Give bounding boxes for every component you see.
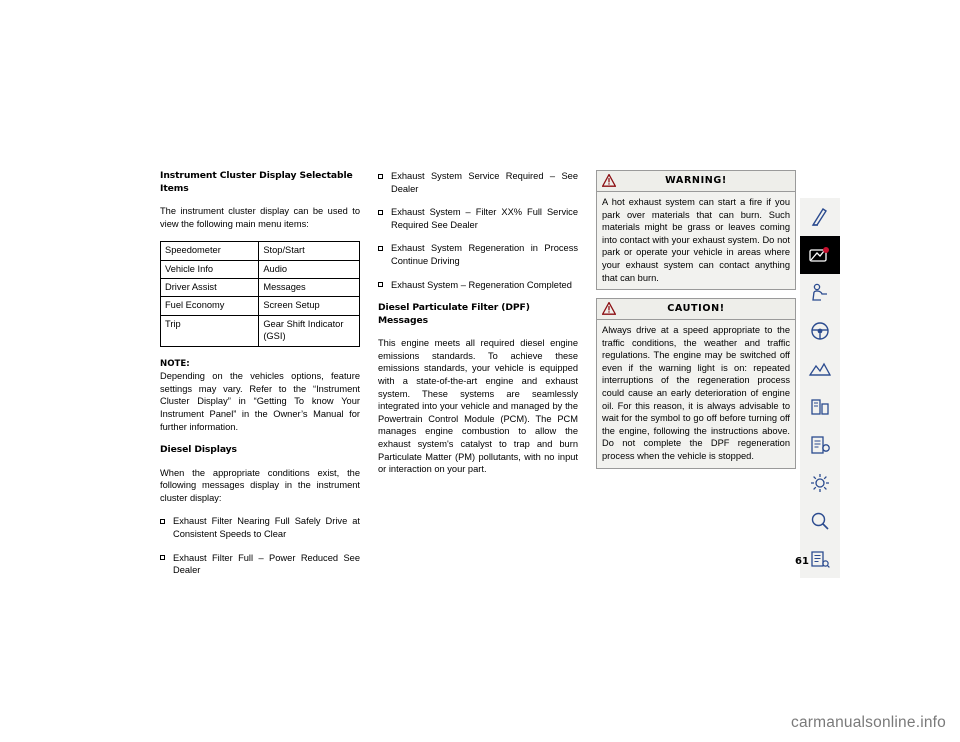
- square-bullet-icon: [378, 245, 383, 251]
- site-watermark: carmanualsonline.info: [791, 714, 946, 731]
- manual-page: Instrument Cluster Display Selectable It…: [0, 0, 960, 742]
- square-bullet-icon: [378, 173, 383, 179]
- list-item: Exhaust System – Regeneration Completed: [378, 279, 578, 292]
- list-item-label: Exhaust System – Regeneration Completed: [391, 279, 572, 290]
- page-number: 61: [795, 556, 809, 567]
- caution-box-text: Always drive at a speed appropriate to t…: [602, 325, 790, 461]
- list-item: Exhaust Filter Nearing Full Safely Drive…: [160, 515, 360, 540]
- middle-text-column: Exhaust System Service Required – See De…: [378, 170, 578, 476]
- diesel-message-list-continued: Exhaust System Service Required – See De…: [378, 170, 578, 291]
- table-cell: Trip: [159, 314, 260, 347]
- diesel-message-list-left: Exhaust Filter Nearing Full Safely Drive…: [160, 515, 360, 576]
- tab-icon-roadside-assistance[interactable]: [800, 388, 840, 426]
- table-cell: Gear Shift Indicator (GSI): [258, 314, 360, 347]
- warning-box-text: A hot exhaust system can start a fire if…: [602, 197, 790, 283]
- list-item-label: Exhaust System Service Required – See De…: [391, 171, 578, 194]
- tab-icon-multimedia[interactable]: [800, 426, 840, 464]
- table-cell: Screen Setup: [258, 296, 360, 316]
- note-text: Depending on the vehicles options, featu…: [160, 371, 360, 432]
- caution-box: CAUTION! Always drive at a speed appropr…: [596, 298, 796, 469]
- table-cell: Speedometer: [159, 241, 260, 261]
- section-heading-cluster-items: Instrument Cluster Display Selectable It…: [160, 170, 353, 194]
- list-item: Exhaust System Regeneration in Process C…: [378, 242, 578, 267]
- tab-icon-search[interactable]: [800, 502, 840, 540]
- table-cell: Vehicle Info: [159, 259, 260, 280]
- table-row: Vehicle Info Audio: [159, 259, 360, 280]
- square-bullet-icon: [160, 518, 165, 524]
- list-item-label: Exhaust System – Filter XX% Full Service…: [391, 207, 578, 230]
- list-item: Exhaust System – Filter XX% Full Service…: [378, 206, 578, 231]
- table-row: Driver Assist Messages: [159, 277, 360, 298]
- table-cell: Messages: [258, 277, 360, 298]
- list-item: Exhaust Filter Full – Power Reduced See …: [160, 552, 360, 577]
- table-cell: Fuel Economy: [159, 296, 260, 316]
- diesel-displays-intro: When the appropriate conditions exist, t…: [160, 467, 360, 503]
- table-row: Speedometer Stop/Start: [159, 241, 360, 261]
- note-label: NOTE:: [160, 358, 190, 369]
- tab-icon-service-tools[interactable]: [800, 464, 840, 502]
- tab-icon-child-seat[interactable]: [800, 274, 840, 312]
- list-item-label: Exhaust Filter Full – Power Reduced See …: [173, 552, 360, 576]
- section-heading-diesel-displays: Diesel Displays: [160, 444, 237, 456]
- section-heading-dpf-messages: Diesel Particulate Filter (DPF) Messages: [378, 302, 530, 326]
- tab-icon-off-road-terrain[interactable]: [800, 350, 840, 388]
- caution-box-header: CAUTION!: [597, 299, 795, 320]
- tab-icon-maintenance-wrench[interactable]: [800, 236, 840, 274]
- square-bullet-icon: [378, 282, 383, 288]
- list-item-label: Exhaust Filter Nearing Full Safely Drive…: [173, 516, 360, 539]
- caution-box-title: CAUTION!: [667, 303, 725, 314]
- tab-icon-seat-belt[interactable]: [800, 198, 840, 236]
- square-bullet-icon: [160, 555, 165, 561]
- tab-icon-steering-wheel[interactable]: [800, 312, 840, 350]
- cluster-items-intro: The instrument cluster display can be us…: [160, 206, 360, 229]
- table-cell: Stop/Start: [258, 241, 360, 261]
- left-text-column: Instrument Cluster Display Selectable It…: [159, 170, 360, 577]
- table-cell: Driver Assist: [159, 277, 260, 298]
- table-row: Fuel Economy Screen Setup: [159, 296, 360, 316]
- dpf-description: This engine meets all required diesel en…: [378, 338, 578, 475]
- list-item: Exhaust System Service Required – See De…: [378, 170, 578, 195]
- warning-box-title: WARNING!: [665, 175, 727, 186]
- table-cell: Audio: [258, 259, 360, 280]
- cluster-menu-table: Speedometer Stop/Start Vehicle Info Audi…: [159, 241, 360, 347]
- warning-box: WARNING! A hot exhaust system can start …: [596, 170, 796, 291]
- list-item-label: Exhaust System Regeneration in Process C…: [391, 243, 578, 266]
- square-bullet-icon: [378, 209, 383, 215]
- table-row: Trip Gear Shift Indicator (GSI): [159, 314, 360, 347]
- warning-box-header: WARNING!: [597, 171, 795, 192]
